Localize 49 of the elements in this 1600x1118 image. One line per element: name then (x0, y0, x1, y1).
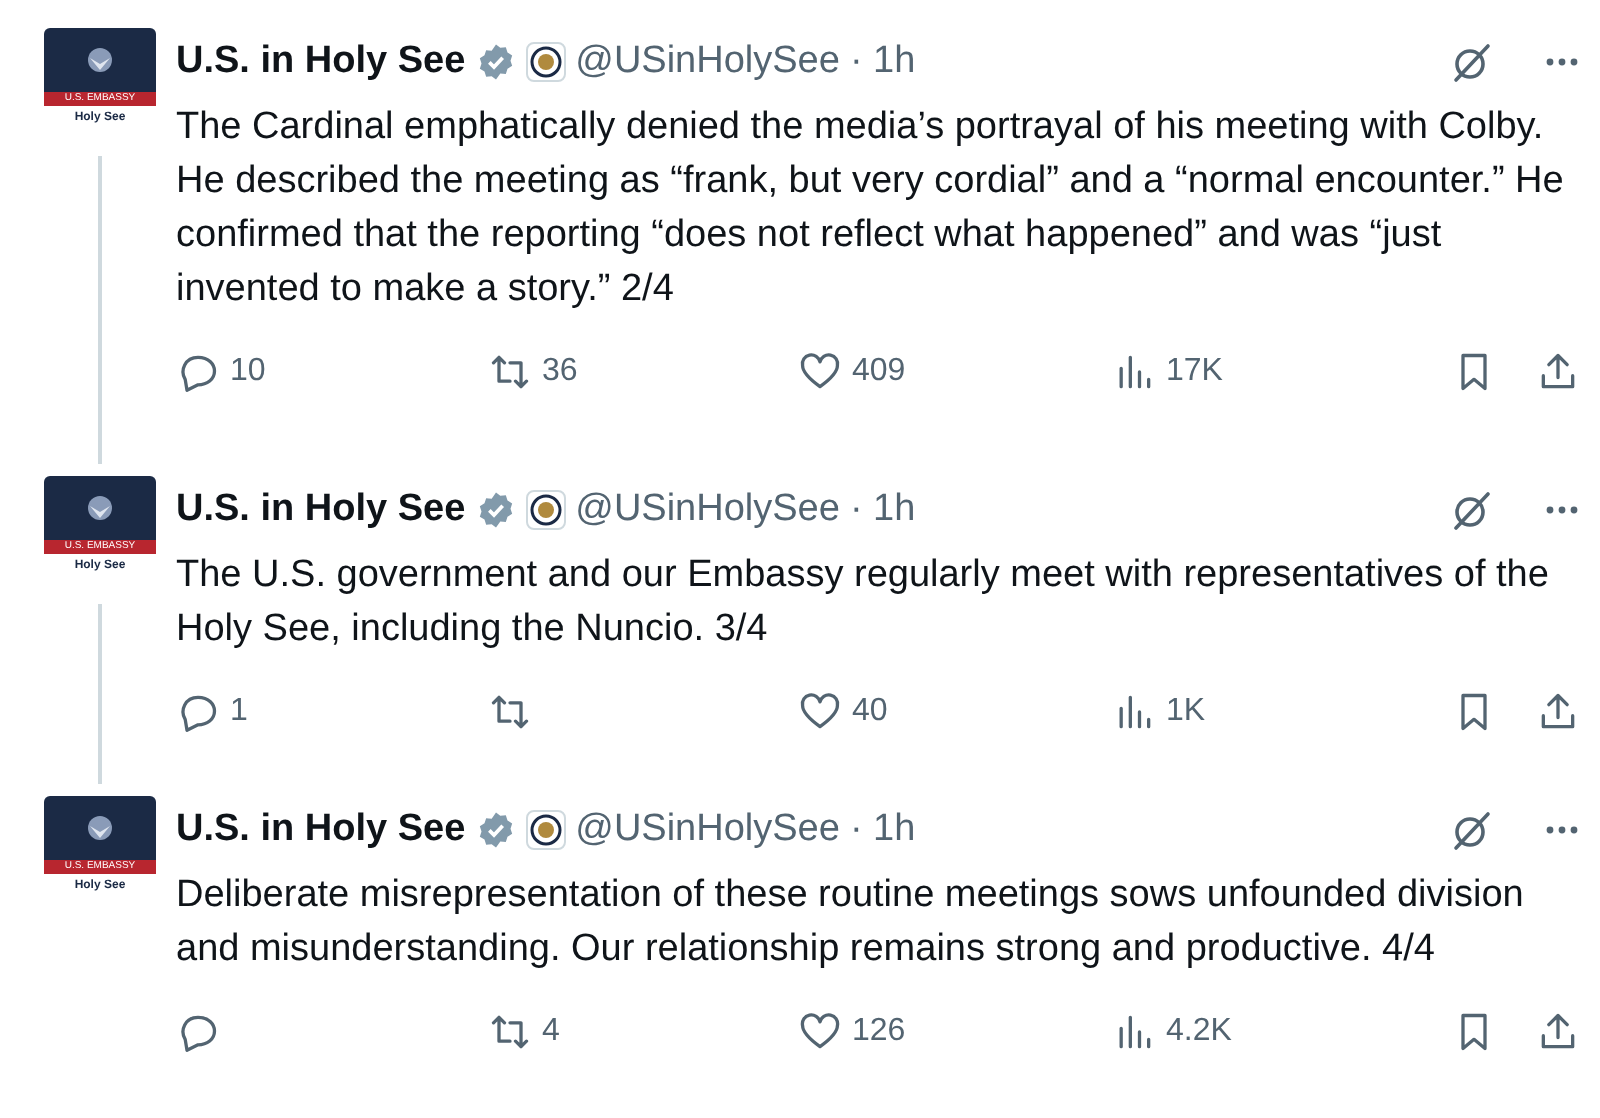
account-name[interactable]: U.S. in Holy See (176, 808, 466, 852)
share-button[interactable] (1536, 350, 1580, 394)
eagle-seal-icon (86, 494, 114, 522)
eagle-seal-icon (86, 814, 114, 842)
more-icon[interactable] (1544, 56, 1580, 68)
account-handle[interactable]: @USinHolySee (575, 40, 840, 84)
heart-icon (798, 690, 842, 734)
views-button[interactable]: 17K (1112, 350, 1452, 394)
reply-button[interactable]: 1 (176, 690, 488, 734)
heart-icon (798, 350, 842, 394)
verified-badge-icon (475, 490, 516, 530)
heart-icon (798, 1010, 842, 1054)
reply-icon (176, 1010, 220, 1054)
repost-icon (488, 690, 532, 734)
post-text: The U.S. government and our Embassy regularly meet with representatives of the Holy See, including the Nuncio. 3/4 (176, 552, 1551, 654)
account-name[interactable]: U.S. in Holy See (176, 488, 466, 532)
reply-icon (176, 350, 220, 394)
seal-icon (525, 42, 566, 82)
repost-icon (488, 1010, 532, 1054)
like-button[interactable]: 126 (798, 1010, 1112, 1054)
share-icon (1536, 690, 1580, 734)
account-name[interactable]: U.S. in Holy See (176, 40, 466, 84)
views-button[interactable]: 1K (1112, 690, 1452, 734)
repost-button[interactable]: 4 (488, 1010, 798, 1054)
repost-button[interactable]: 36 (488, 350, 798, 394)
account-handle[interactable]: @USinHolySee (575, 488, 840, 532)
share-icon (1536, 1010, 1580, 1054)
reply-icon (176, 690, 220, 734)
more-icon[interactable] (1544, 504, 1580, 516)
verified-badge-icon (475, 42, 516, 82)
post-text: Deliberate misrepresentation of these routine meetings sows unfounded division and misunderstanding. Our relationship remains strong and productive. 4/4 (176, 872, 1526, 974)
like-button[interactable]: 40 (798, 690, 1112, 734)
seal-icon (525, 810, 566, 850)
verified-badge-icon (475, 810, 516, 850)
account-handle[interactable]: @USinHolySee (575, 808, 840, 852)
more-icon[interactable] (1544, 824, 1580, 836)
post-time[interactable]: · 1h (849, 488, 916, 532)
share-icon (1536, 350, 1580, 394)
views-button[interactable]: 4.2K (1112, 1010, 1452, 1054)
reply-button[interactable]: 10 (176, 350, 488, 394)
seal-icon (525, 490, 566, 530)
share-button[interactable] (1536, 1010, 1580, 1054)
eagle-seal-icon (86, 46, 114, 74)
post-text: The Cardinal emphatically denied the media’s portrayal of his meeting with Colby. He described the meeting as “frank, but very cordial” and a “normal encounter.” He confirmed that the reporting “does not reflect what happened” and was “just invented to make a story.” 2/4 (176, 104, 1566, 314)
share-button[interactable] (1536, 690, 1580, 734)
like-button[interactable]: 409 (798, 350, 1112, 394)
repost-icon (488, 350, 532, 394)
post-time[interactable]: · 1h (849, 40, 916, 84)
post-time[interactable]: · 1h (849, 808, 916, 852)
